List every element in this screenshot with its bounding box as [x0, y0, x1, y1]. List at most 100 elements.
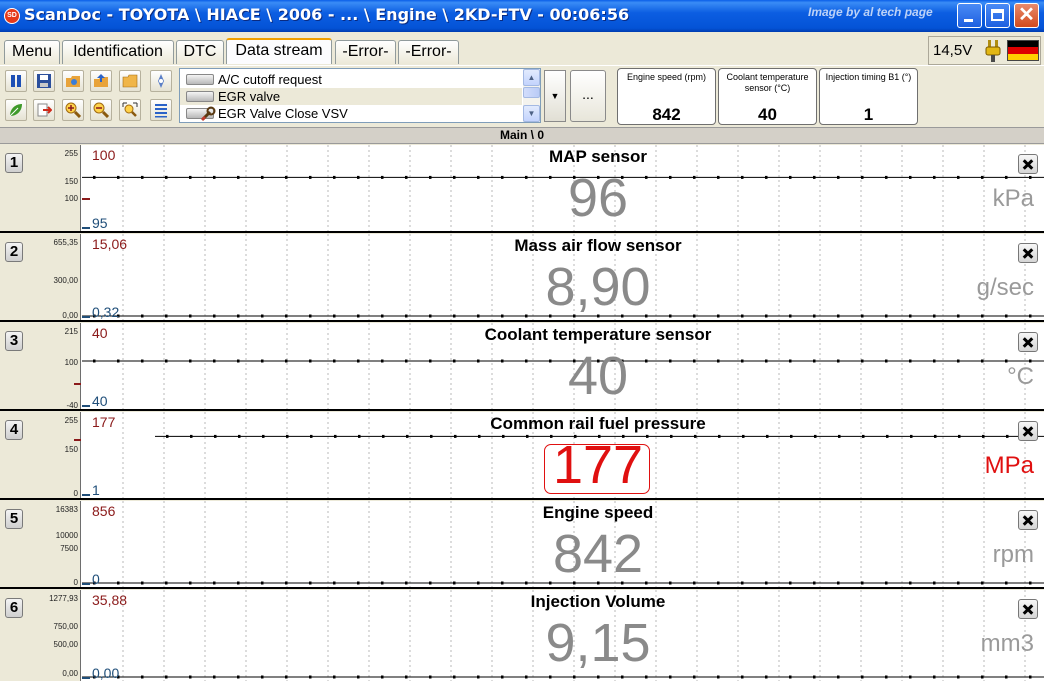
trace-point — [141, 314, 144, 318]
pause-button[interactable] — [5, 70, 27, 92]
tab-identification[interactable]: Identification — [62, 40, 174, 64]
close-panel-button[interactable] — [1018, 154, 1038, 174]
trace-point — [981, 314, 984, 318]
close-window-button[interactable]: ✕ — [1014, 3, 1039, 28]
min-marker — [82, 227, 90, 229]
max-value: 15,06 — [92, 236, 128, 252]
close-panel-button[interactable] — [1018, 243, 1038, 263]
zoom-in-button[interactable] — [62, 99, 84, 121]
panel-number[interactable]: 2 — [5, 242, 23, 262]
panel-number[interactable]: 3 — [5, 331, 23, 351]
readout-label: Coolant temperature sensor (°C) — [726, 72, 809, 93]
battery-voltage: 14,5V — [933, 42, 973, 59]
close-panel-button[interactable] — [1018, 421, 1038, 441]
trace-point — [190, 434, 193, 438]
current-value: 40 — [567, 346, 629, 406]
maximize-button[interactable] — [985, 3, 1010, 28]
tab-menu[interactable]: Menu — [4, 40, 60, 64]
readout-engine-speed: Engine speed (rpm) 842 — [617, 68, 716, 125]
tab-error-1[interactable]: -Error- — [335, 40, 396, 64]
trace-point — [501, 675, 504, 679]
max-value: 856 — [92, 503, 116, 519]
trace-point — [165, 581, 168, 585]
graph-panel-3: 3 215 100 -40 40 40 Coolant temperature … — [0, 323, 1044, 411]
trace-point — [837, 175, 840, 179]
tab-error-2[interactable]: -Error- — [398, 40, 459, 64]
param-item-egr-valve[interactable]: EGR valve — [180, 88, 522, 105]
more-button[interactable]: ... — [570, 70, 606, 122]
chevron-down-icon[interactable]: ▼ — [544, 70, 566, 122]
export-button[interactable] — [33, 99, 55, 121]
close-panel-button[interactable] — [1018, 332, 1038, 352]
import-button[interactable] — [90, 70, 112, 92]
trace-point — [237, 359, 240, 363]
close-panel-button[interactable] — [1018, 599, 1038, 619]
trace-point — [909, 675, 912, 679]
unit-label: °C — [1007, 363, 1034, 390]
readout-coolant-temp: Coolant temperature sensor (°C) 40 — [718, 68, 817, 125]
scroll-thumb[interactable] — [523, 87, 540, 98]
trace-point — [357, 314, 360, 318]
settings-button[interactable] — [150, 70, 172, 92]
toolbar: A/C cutoff request EGR valve EGR Valve C… — [0, 65, 1044, 127]
trace-point — [957, 581, 960, 585]
close-panel-button[interactable] — [1018, 510, 1038, 530]
german-flag-icon[interactable] — [1007, 40, 1039, 61]
min-marker — [82, 405, 90, 407]
tab-dtc[interactable]: DTC — [176, 40, 224, 64]
pause-icon — [11, 75, 21, 87]
axis-tick: 255 — [64, 416, 78, 425]
trace-point — [765, 359, 768, 363]
zoom-out-button[interactable] — [90, 99, 112, 121]
param-label: EGR valve — [218, 89, 281, 104]
trace-point — [909, 175, 912, 179]
axis-tick: 300,00 — [53, 276, 78, 285]
trace-point — [189, 359, 192, 363]
trace-point — [405, 675, 408, 679]
axis-tick: 0 — [73, 489, 78, 498]
open-button[interactable] — [62, 70, 84, 92]
trace-point — [981, 175, 984, 179]
trace-point — [597, 675, 600, 679]
scroll-up-icon[interactable]: ▲ — [523, 69, 540, 86]
panel-number[interactable]: 4 — [5, 420, 23, 440]
leaf-button[interactable] — [5, 99, 27, 121]
trace-point — [1029, 675, 1032, 679]
list-button[interactable] — [150, 99, 172, 121]
panel-number[interactable]: 5 — [5, 509, 23, 529]
trace-point — [358, 434, 361, 438]
panel-number[interactable]: 6 — [5, 598, 23, 618]
trace-point — [213, 359, 216, 363]
toggle-icon[interactable] — [186, 91, 214, 102]
trace-point — [741, 675, 744, 679]
trace-point — [477, 675, 480, 679]
current-value: 96 — [567, 168, 629, 228]
param-item-egr-close-vsv[interactable]: EGR Valve Close VSV — [180, 105, 522, 122]
trace-point — [789, 314, 792, 318]
panel-number[interactable]: 1 — [5, 153, 23, 173]
save-button[interactable] — [33, 70, 55, 92]
trace-point — [261, 675, 264, 679]
parameter-list[interactable]: A/C cutoff request EGR valve EGR Valve C… — [179, 68, 541, 123]
max-value: 177 — [92, 414, 116, 430]
trace-point — [573, 675, 576, 679]
axis-tick: 16383 — [55, 505, 78, 514]
graph-panel-5: 5 16383 10000 7500 0 856 0 Engine speed … — [0, 501, 1044, 589]
trace-point — [933, 175, 936, 179]
trace-point — [333, 359, 336, 363]
zoom-fit-button[interactable] — [119, 99, 141, 121]
toggle-icon[interactable] — [186, 74, 214, 85]
folder-button[interactable] — [119, 70, 141, 92]
zoom-in-icon — [65, 102, 81, 118]
panel-axis: 3 215 100 -40 — [0, 323, 81, 410]
axis-tick: 655,35 — [53, 238, 78, 247]
minimize-button[interactable] — [957, 3, 982, 28]
list-scrollbar[interactable]: ▲ ▼ — [523, 69, 540, 122]
tab-data-stream[interactable]: Data stream — [226, 38, 332, 64]
save-icon — [37, 74, 51, 88]
trace-point — [165, 675, 168, 679]
scroll-down-icon[interactable]: ▼ — [523, 105, 540, 122]
trace-point — [381, 581, 384, 585]
param-item-ac-cutoff[interactable]: A/C cutoff request — [180, 71, 522, 88]
trace-point — [909, 581, 912, 585]
